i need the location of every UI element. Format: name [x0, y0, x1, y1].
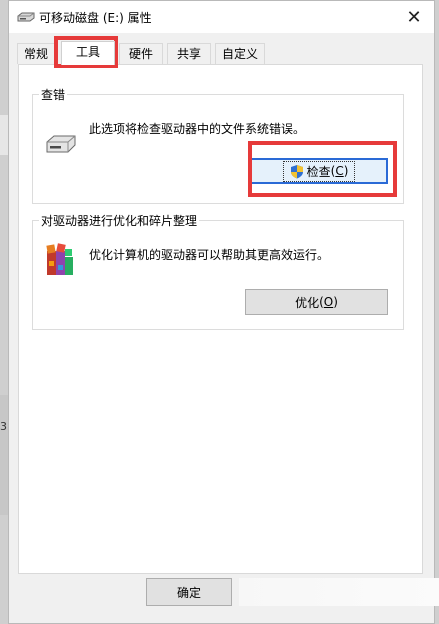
- optimize-button-key: O: [323, 295, 334, 309]
- close-button[interactable]: ✕: [394, 1, 434, 33]
- title-bar[interactable]: 可移动磁盘 (E:) 属性 ✕: [9, 1, 434, 33]
- check-description: 此选项将检查驱动器中的文件系统错误。: [89, 122, 306, 136]
- tab-general[interactable]: 常规: [17, 43, 55, 64]
- window-title: 可移动磁盘 (E:) 属性: [39, 11, 152, 25]
- defrag-icon: [46, 243, 73, 275]
- optimize-group: 对驱动器进行优化和碎片整理 优化计算机的驱动器可以帮助其更高效运行。 优化(O): [32, 212, 404, 330]
- tab-tools[interactable]: 工具: [61, 41, 115, 65]
- properties-dialog: 可移动磁盘 (E:) 属性 ✕ 常规 工具 硬件 共享 自定义 查错 此选项将检…: [8, 0, 439, 624]
- check-button-content: 检查(C): [282, 160, 356, 182]
- ok-button[interactable]: 确定: [146, 578, 232, 606]
- background-text: 3: [0, 420, 7, 433]
- close-icon: ✕: [406, 6, 422, 28]
- check-button[interactable]: 检查(C): [250, 158, 388, 184]
- tab-customize[interactable]: 自定义: [215, 43, 265, 64]
- optimize-button-label: 优化: [295, 295, 320, 310]
- drive-icon: [46, 135, 76, 153]
- group-title: 对驱动器进行优化和碎片整理: [39, 212, 200, 229]
- error-checking-group: 查错 此选项将检查驱动器中的文件系统错误。 检查(C): [32, 86, 404, 204]
- optimize-description: 优化计算机的驱动器可以帮助其更高效运行。: [89, 248, 330, 262]
- tab-sharing[interactable]: 共享: [167, 43, 211, 64]
- ok-button-label: 确定: [176, 585, 201, 600]
- uac-shield-icon: [290, 164, 303, 178]
- faded-button-area: [239, 578, 439, 606]
- group-title: 查错: [39, 86, 68, 103]
- tab-hardware[interactable]: 硬件: [119, 43, 163, 64]
- drive-icon: [17, 12, 35, 22]
- check-button-label: 检查: [306, 164, 331, 179]
- check-button-key: C: [335, 164, 344, 178]
- optimize-button[interactable]: 优化(O): [245, 289, 388, 315]
- tools-panel: 查错 此选项将检查驱动器中的文件系统错误。 检查(C) 对驱动器进行优化和碎片整…: [18, 64, 423, 574]
